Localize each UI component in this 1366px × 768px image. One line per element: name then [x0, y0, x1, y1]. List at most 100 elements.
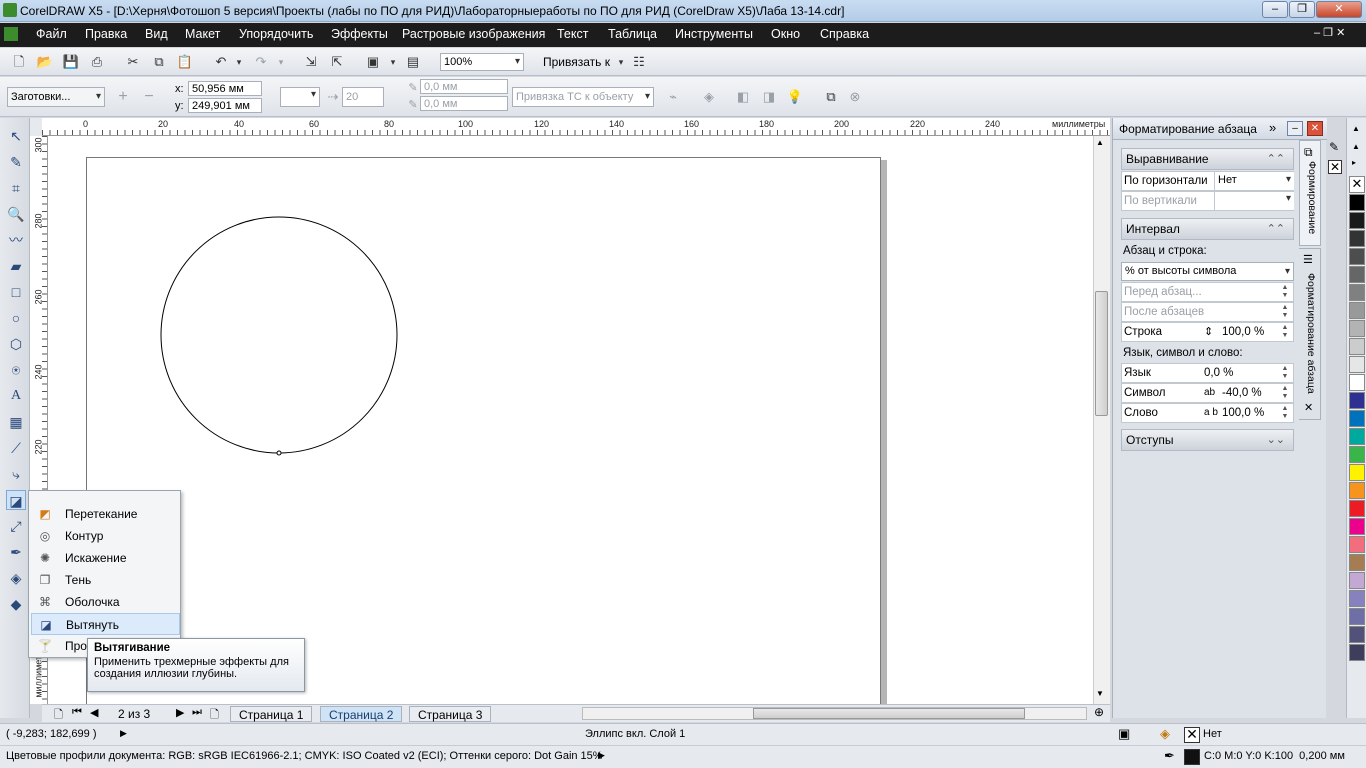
prev-page-icon[interactable]: ◀ — [90, 706, 98, 719]
distort-tool-item[interactable]: ✺ Искажение — [31, 547, 180, 569]
copy-properties-icon[interactable]: ⧉ — [822, 88, 840, 106]
snap-to-button[interactable]: Привязать к — [543, 55, 610, 69]
word-spacing-field[interactable]: 100,0 % — [1222, 404, 1264, 422]
presets-select[interactable]: Заготовки... — [7, 87, 105, 107]
pick-tool-icon[interactable]: ↖ — [6, 126, 26, 146]
import-icon[interactable]: ⇲ — [302, 53, 320, 71]
paste-icon[interactable]: 📋 — [176, 53, 194, 71]
spinner-icon[interactable]: ▲ ▼ — [1279, 304, 1291, 320]
docker-close-button[interactable]: ✕ — [1307, 121, 1323, 136]
vanishing-point-x-field[interactable]: 0,0 мм — [420, 79, 508, 94]
color-swatch[interactable] — [1349, 482, 1365, 499]
outline-tool-icon[interactable]: ✒ — [6, 542, 26, 562]
tab-close-icon[interactable]: ✕ — [1304, 401, 1313, 414]
text-tool-icon[interactable]: A — [6, 386, 26, 406]
ellipse-shape[interactable] — [150, 205, 410, 465]
welcome-screen-icon[interactable]: ▤ — [404, 53, 422, 71]
color-swatch[interactable] — [1349, 248, 1365, 265]
polygon-tool-icon[interactable]: ⬡ — [6, 334, 26, 354]
menu-text[interactable]: Текст — [557, 27, 588, 41]
color-swatch[interactable] — [1349, 518, 1365, 535]
color-swatch[interactable] — [1349, 500, 1365, 517]
page-tab-2[interactable]: Страница 2 — [320, 706, 403, 722]
spinner-icon[interactable]: ▲ ▼ — [1279, 324, 1291, 340]
new-icon[interactable]: 🗋 — [10, 53, 28, 71]
minimize-button[interactable]: – — [1262, 1, 1288, 18]
alignment-section-header[interactable]: Выравнивание ⌃⌃ — [1121, 148, 1294, 170]
scroll-up-icon[interactable]: ▲ — [1096, 138, 1104, 147]
color-swatch[interactable] — [1349, 446, 1365, 463]
indents-section-header[interactable]: Отступы ⌄⌄ — [1121, 429, 1294, 451]
extrude-bevel-icon[interactable]: ◨ — [760, 88, 778, 106]
menu-view[interactable]: Вид — [145, 27, 168, 41]
color-swatch[interactable] — [1349, 644, 1365, 661]
collapse-icon[interactable]: ⌃⌃ — [1267, 219, 1285, 239]
palette-menu-icon[interactable]: ▸ — [1352, 158, 1356, 167]
menu-edit[interactable]: Правка — [85, 27, 127, 41]
color-swatch[interactable] — [1349, 554, 1365, 571]
palette-scroll-up-icon[interactable]: ▲ — [1352, 124, 1360, 133]
color-swatch[interactable] — [1349, 392, 1365, 409]
character-spacing-field[interactable]: -40,0 % — [1222, 384, 1262, 402]
color-swatch[interactable] — [1349, 626, 1365, 643]
docker-tab-shaping[interactable]: ⧉ Формирование — [1299, 140, 1321, 246]
contour-tool-item[interactable]: ◎ Контур — [31, 525, 180, 547]
outline-color-swatch[interactable] — [1184, 749, 1200, 765]
extrude-rotation-icon[interactable]: ◈ — [700, 88, 718, 106]
page-tab-3[interactable]: Страница 3 — [409, 706, 492, 722]
h-scroll-thumb[interactable] — [753, 708, 1025, 719]
vanishing-point-lock-select[interactable]: Привязка ТС к объекту — [512, 87, 654, 107]
view-toggle-icon[interactable]: ▣ — [1118, 726, 1130, 742]
ellipse-tool-icon[interactable]: ○ — [6, 308, 26, 328]
menu-arrange[interactable]: Упорядочить — [239, 27, 313, 41]
x-position-field[interactable]: 50,956 мм — [188, 81, 262, 96]
redo-icon[interactable]: ↷ — [252, 53, 270, 71]
color-swatch[interactable] — [1349, 536, 1365, 553]
basic-shapes-tool-icon[interactable]: ⍟ — [6, 360, 26, 380]
scroll-thumb[interactable] — [1095, 291, 1108, 416]
application-launcher-icon[interactable]: ▣ — [364, 53, 382, 71]
no-fill-swatch-icon[interactable]: ✕ — [1184, 727, 1200, 743]
spacing-section-header[interactable]: Интервал ⌃⌃ — [1121, 218, 1294, 240]
export-icon[interactable]: ⇱ — [328, 53, 346, 71]
smart-fill-tool-icon[interactable]: ▰ — [6, 256, 26, 276]
scroll-down-icon[interactable]: ▼ — [1096, 689, 1104, 698]
docker-minimize-button[interactable]: – — [1287, 121, 1303, 136]
shape-tool-icon[interactable]: ✎ — [6, 152, 26, 172]
menu-file[interactable]: Файл — [36, 27, 67, 41]
ruler-origin[interactable] — [30, 118, 42, 136]
color-swatch[interactable] — [1349, 428, 1365, 445]
extrude-lighting-icon[interactable]: 💡 — [786, 88, 804, 106]
profiles-expand-icon[interactable]: ▶ — [598, 750, 605, 761]
crop-tool-icon[interactable]: ⌗ — [6, 178, 26, 198]
docker-expand-icon[interactable]: » — [1269, 120, 1276, 135]
freehand-tool-icon[interactable]: 〰 — [6, 230, 26, 250]
spinner-icon[interactable]: ▲ ▼ — [1279, 385, 1291, 401]
last-page-icon[interactable]: ⏭ — [192, 706, 202, 719]
coords-expand-icon[interactable]: ▶ — [120, 728, 127, 739]
drop-shadow-tool-item[interactable]: ❐ Тень — [31, 569, 180, 591]
next-page-icon[interactable]: ▶ — [176, 706, 184, 719]
clear-extrude-icon[interactable]: ⊗ — [846, 88, 864, 106]
depth-field[interactable]: 20 — [342, 87, 384, 107]
y-position-field[interactable]: 249,901 мм — [188, 98, 262, 113]
blend-tool-item[interactable]: ◩ Перетекание — [31, 503, 180, 525]
vertical-alignment-select[interactable] — [1214, 192, 1294, 210]
spinner-icon[interactable]: ▲ ▼ — [1279, 284, 1291, 300]
horizontal-ruler[interactable]: 0 20 40 60 80 100 120 140 160 180 200 22… — [42, 118, 1110, 136]
options-icon[interactable]: ☷ — [630, 53, 648, 71]
close-window-button[interactable]: ✕ — [1316, 1, 1362, 18]
spinner-icon[interactable]: ▲ ▼ — [1279, 365, 1291, 381]
redo-dropdown-icon[interactable]: ▾ — [272, 53, 290, 71]
no-color-swatch[interactable]: ✕ — [1349, 176, 1365, 193]
zoom-tool-icon[interactable]: 🔍 — [6, 204, 26, 224]
document-icon[interactable] — [4, 27, 18, 41]
menu-table[interactable]: Таблица — [608, 27, 657, 41]
navigator-icon[interactable]: ⊕ — [1094, 705, 1104, 719]
vertical-scrollbar[interactable]: ▲ ▼ — [1093, 136, 1110, 704]
horizontal-scrollbar[interactable] — [582, 707, 1087, 720]
line-spacing-field[interactable]: 100,0 % — [1222, 323, 1264, 341]
color-swatch[interactable] — [1349, 464, 1365, 481]
spacing-mode-select[interactable]: % от высоты символа — [1121, 262, 1294, 281]
vanishing-point-y-field[interactable]: 0,0 мм — [420, 96, 508, 111]
